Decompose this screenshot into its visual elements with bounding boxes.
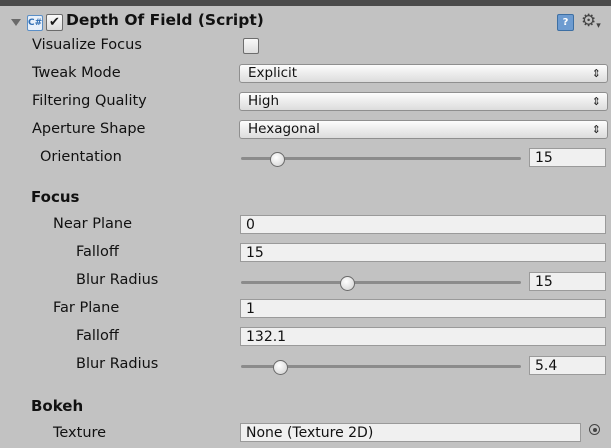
far-plane-label: Far Plane bbox=[53, 300, 120, 316]
near-blur-radius-value-field[interactable]: 15 bbox=[529, 272, 606, 291]
slider-thumb[interactable] bbox=[273, 360, 289, 375]
filtering-quality-label: Filtering Quality bbox=[32, 93, 147, 109]
texture-label: Texture bbox=[53, 425, 107, 441]
texture-object-field[interactable]: None (Texture 2D) bbox=[240, 423, 581, 442]
near-plane-label: Near Plane bbox=[53, 216, 132, 232]
tweak-mode-value: Explicit bbox=[248, 65, 298, 81]
dropdown-arrow-icon: ⇕ bbox=[591, 67, 601, 80]
tweak-mode-label: Tweak Mode bbox=[32, 65, 121, 81]
orientation-label: Orientation bbox=[40, 149, 122, 165]
object-picker-icon[interactable] bbox=[589, 424, 600, 435]
aperture-shape-value: Hexagonal bbox=[248, 121, 320, 137]
near-blur-radius-label: Blur Radius bbox=[76, 272, 159, 288]
orientation-value-field[interactable]: 15 bbox=[529, 148, 606, 167]
far-blur-radius-slider[interactable] bbox=[241, 357, 521, 377]
component-enabled-checkbox[interactable]: ✔ bbox=[46, 14, 63, 31]
far-falloff-label: Falloff bbox=[76, 328, 119, 344]
visualize-focus-label: Visualize Focus bbox=[32, 37, 142, 53]
slider-track[interactable] bbox=[241, 281, 521, 284]
dropdown-arrow-icon: ⇕ bbox=[591, 95, 601, 108]
far-blur-radius-label: Blur Radius bbox=[76, 356, 159, 372]
filtering-quality-value: High bbox=[248, 93, 280, 109]
dropdown-arrow-icon: ⇕ bbox=[591, 123, 601, 136]
near-blur-radius-slider[interactable] bbox=[241, 273, 521, 293]
filtering-quality-dropdown[interactable]: High ⇕ bbox=[239, 92, 608, 111]
slider-thumb[interactable] bbox=[340, 276, 356, 291]
near-plane-field[interactable]: 0 bbox=[240, 215, 606, 234]
far-plane-field[interactable]: 1 bbox=[240, 299, 606, 318]
near-falloff-label: Falloff bbox=[76, 244, 119, 260]
slider-thumb[interactable] bbox=[270, 152, 286, 167]
visualize-focus-checkbox[interactable] bbox=[243, 38, 259, 54]
component-header[interactable]: C# ✔ Depth Of Field (Script) ? ⚙▾ bbox=[0, 6, 611, 32]
foldout-arrow-icon[interactable] bbox=[11, 19, 21, 26]
gear-icon[interactable]: ⚙▾ bbox=[581, 11, 601, 31]
near-falloff-field[interactable]: 15 bbox=[240, 243, 606, 262]
tweak-mode-dropdown[interactable]: Explicit ⇕ bbox=[239, 64, 608, 83]
inspector-panel: C# ✔ Depth Of Field (Script) ? ⚙▾ Visual… bbox=[0, 0, 611, 448]
far-falloff-field[interactable]: 132.1 bbox=[240, 327, 606, 346]
csharp-script-icon: C# bbox=[27, 15, 43, 31]
help-icon[interactable]: ? bbox=[557, 14, 574, 31]
far-blur-radius-value-field[interactable]: 5.4 bbox=[529, 356, 606, 375]
focus-section-header: Focus bbox=[31, 188, 80, 206]
aperture-shape-label: Aperture Shape bbox=[32, 121, 146, 137]
bokeh-section-header: Bokeh bbox=[31, 397, 84, 415]
aperture-shape-dropdown[interactable]: Hexagonal ⇕ bbox=[239, 120, 608, 139]
component-title: Depth Of Field (Script) bbox=[66, 11, 264, 29]
orientation-slider[interactable] bbox=[241, 149, 521, 169]
